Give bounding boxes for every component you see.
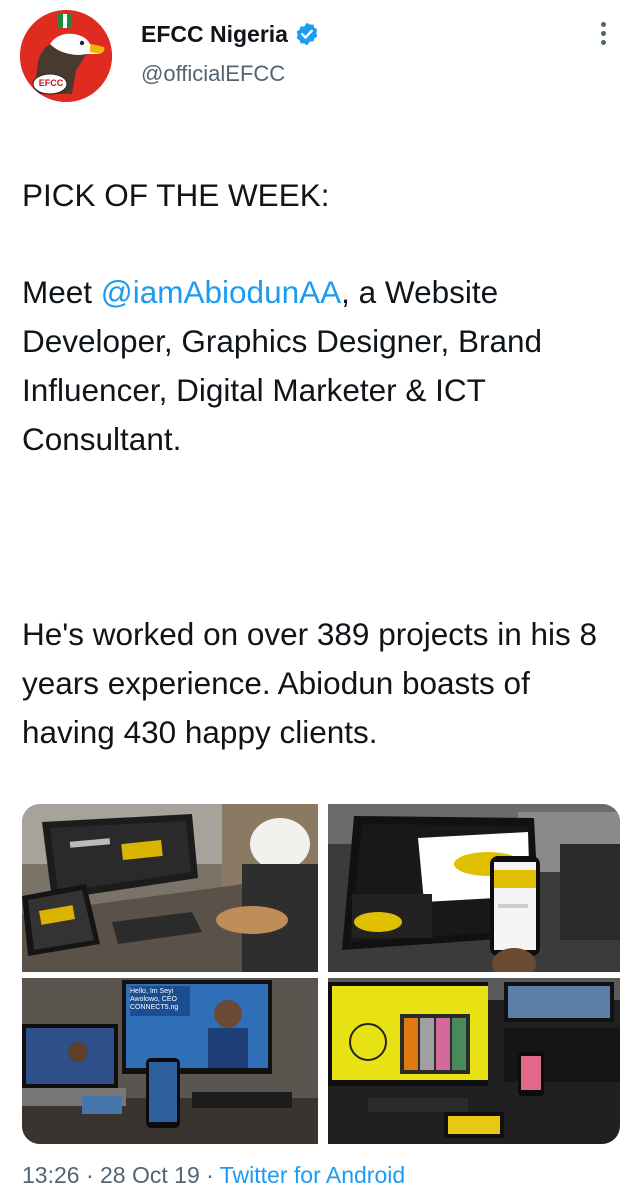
author-name[interactable]: EFCC Nigeria <box>141 21 288 48</box>
avatar-label: EFCC <box>38 78 64 88</box>
tweet-date[interactable]: 28 Oct 19 <box>100 1162 200 1188</box>
author-handle[interactable]: @officialEFCC <box>141 61 320 87</box>
more-options-icon[interactable] <box>596 22 610 52</box>
media-image-2[interactable] <box>328 804 620 972</box>
overlay-line: Awolowo, CEO <box>130 996 177 1003</box>
tweet-time[interactable]: 13:26 <box>22 1162 80 1188</box>
author-block: EFCC Nigeria @officialEFCC <box>141 19 320 87</box>
tweet-source-link[interactable]: Twitter for Android <box>220 1162 405 1188</box>
image-3-overlay: Hello, Im Seyi Awolowo, CEO CONNECT5.ng <box>130 988 178 1012</box>
tweet-meta: 13:26 · 28 Oct 19 · Twitter for Android <box>22 1162 405 1189</box>
meta-separator: · <box>199 1162 220 1188</box>
media-grid: Hello, Im Seyi Awolowo, CEO CONNECT5.ng <box>22 804 620 1200</box>
eagle-logo-icon <box>20 10 112 102</box>
tweet-header: EFCC EFCC Nigeria @officialEFCC <box>0 0 640 110</box>
tweet-paragraph-1: Meet @iamAbiodunAA, a Website Developer,… <box>22 268 622 463</box>
meet-prefix: Meet <box>22 274 101 311</box>
tweet-headline: PICK OF THE WEEK: <box>22 176 330 213</box>
verified-badge-icon <box>294 21 320 47</box>
media-image-1[interactable] <box>22 804 318 972</box>
overlay-line: Hello, Im Seyi <box>130 988 174 995</box>
mention-link[interactable]: @iamAbiodunAA <box>101 274 341 310</box>
avatar[interactable]: EFCC <box>20 10 112 102</box>
meta-separator: · <box>79 1162 101 1188</box>
overlay-line: CONNECT5.ng <box>130 1004 179 1011</box>
tweet-paragraph-2: He's worked on over 389 projects in his … <box>22 615 598 750</box>
media-image-4[interactable] <box>328 978 620 1144</box>
media-image-3[interactable]: Hello, Im Seyi Awolowo, CEO CONNECT5.ng <box>22 978 318 1144</box>
name-row: EFCC Nigeria <box>141 19 320 49</box>
